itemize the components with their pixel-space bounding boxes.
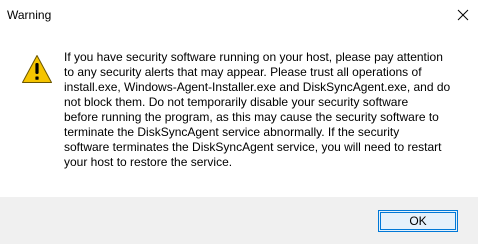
message-line: to any security alerts that may appear. … (64, 65, 422, 79)
warning-message: If you have security software running on… (64, 50, 464, 170)
button-bar: OK (0, 197, 478, 244)
window-title: Warning (7, 8, 52, 22)
message-line: your host to restore the service. (64, 155, 233, 169)
message-line: install.exe, Windows-Agent-Installer.exe… (64, 80, 451, 94)
ok-button[interactable]: OK (378, 210, 458, 232)
title-bar: Warning (0, 0, 478, 30)
close-icon (457, 9, 469, 21)
message-line: terminate the DiskSyncAgent service abno… (64, 125, 400, 139)
close-button[interactable] (448, 0, 478, 30)
message-line: not block them. Do not temporarily disab… (64, 95, 409, 109)
warning-dialog: Warning If you have security software ru… (0, 0, 478, 244)
warning-icon (22, 55, 52, 83)
message-line: before running the program, as this may … (64, 110, 439, 124)
message-area: If you have security software running on… (0, 30, 478, 197)
message-line: software terminates the DiskSyncAgent se… (64, 140, 442, 154)
message-line: If you have security software running on… (64, 50, 443, 64)
